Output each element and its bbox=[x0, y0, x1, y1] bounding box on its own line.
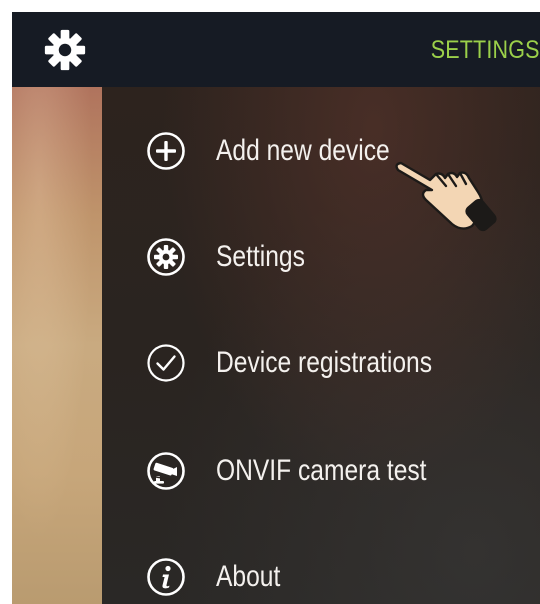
pointing-hand-icon bbox=[395, 161, 497, 232]
info-circle-icon bbox=[147, 558, 185, 596]
menu-item-label: About bbox=[216, 560, 281, 593]
top-bar: SETTINGS bbox=[12, 12, 540, 87]
menu-item-device-registrations[interactable]: Device registrations bbox=[102, 322, 540, 402]
page-title: SETTINGS bbox=[431, 36, 540, 64]
menu-item-label: Add new device bbox=[216, 134, 390, 167]
menu-item-about[interactable]: About bbox=[102, 536, 540, 604]
app-screen: SETTINGS Add new device Settings Device … bbox=[12, 12, 540, 604]
check-circle-icon bbox=[147, 344, 185, 382]
menu-item-label: Device registrations bbox=[216, 346, 433, 379]
menu-item-label: ONVIF camera test bbox=[216, 454, 427, 487]
camera-circle-icon bbox=[147, 452, 185, 490]
plus-circle-icon bbox=[147, 132, 185, 170]
menu-item-onvif-camera-test[interactable]: ONVIF camera test bbox=[102, 430, 540, 510]
gear-icon[interactable] bbox=[42, 27, 88, 73]
gear-circle-icon bbox=[147, 238, 185, 276]
menu-item-label: Settings bbox=[216, 240, 305, 273]
background-content-strip bbox=[12, 87, 102, 604]
